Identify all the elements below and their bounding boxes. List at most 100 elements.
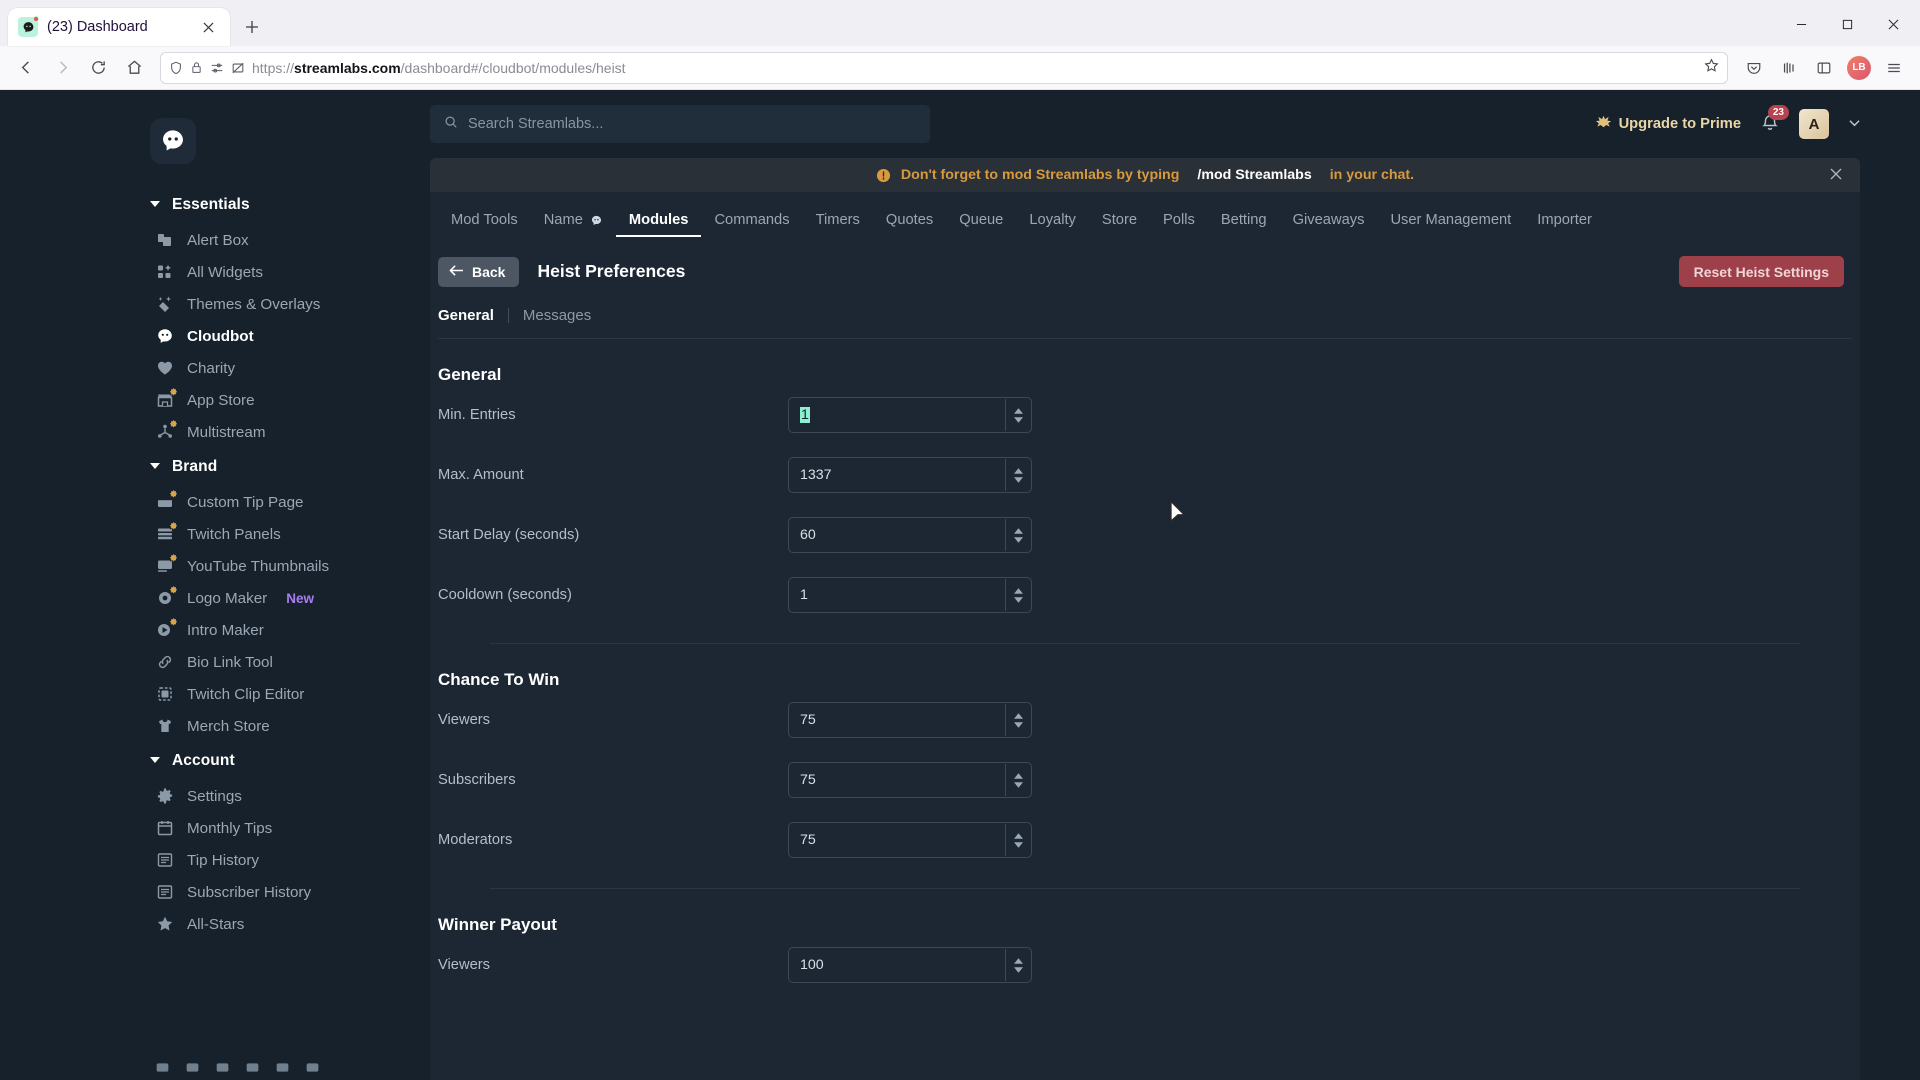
new-tab-button[interactable] (240, 15, 264, 39)
subtab-general[interactable]: General (438, 307, 508, 324)
sidebar-item-multistream[interactable]: Multistream (0, 416, 400, 448)
sidebar-item-twitch-panels[interactable]: Twitch Panels (0, 518, 400, 550)
browser-tab[interactable]: (23) Dashboard (8, 8, 230, 46)
lock-icon[interactable] (190, 61, 203, 74)
field-input-min-entries[interactable]: 1 (788, 397, 1032, 433)
sidebar-icon[interactable] (1807, 51, 1841, 85)
field-input-viewers[interactable]: 100 (788, 947, 1032, 983)
twitch-icon[interactable] (185, 1060, 200, 1080)
sidebar-group-essentials[interactable]: Essentials (0, 186, 400, 224)
url-bar[interactable]: https://streamlabs.com/dashboard#/cloudb… (160, 51, 1728, 84)
field-input-start-delay-seconds[interactable]: 60 (788, 517, 1032, 553)
tab-mod-tools[interactable]: Mod Tools (438, 206, 531, 237)
intro-maker-icon (155, 616, 179, 640)
sidebar-item-themes-overlays[interactable]: Themes & Overlays (0, 288, 400, 320)
reload-button[interactable] (81, 51, 115, 85)
heart-icon (155, 359, 174, 378)
shield-icon[interactable] (169, 61, 183, 75)
sidebar-item-twitch-clip-editor[interactable]: Twitch Clip Editor (0, 678, 400, 710)
tab-commands[interactable]: Commands (701, 206, 802, 237)
sidebar-item-charity[interactable]: Charity (0, 352, 400, 384)
field-input-subscribers[interactable]: 75 (788, 762, 1032, 798)
sidebar-item-monthly-tips[interactable]: Monthly Tips (0, 812, 400, 844)
search-input[interactable]: Search Streamlabs... (430, 105, 930, 143)
bookmark-star-icon[interactable] (1704, 57, 1719, 78)
sidebar-item-all-stars[interactable]: All-Stars (0, 908, 400, 940)
tab-queue[interactable]: Queue (946, 206, 1016, 237)
tab-timers[interactable]: Timers (803, 206, 873, 237)
tab-loyalty[interactable]: Loyalty (1016, 206, 1089, 237)
tab-importer[interactable]: Importer (1524, 206, 1605, 237)
no-tracking-icon[interactable] (231, 61, 245, 75)
sidebar-item-youtube-thumbnails[interactable]: YouTube Thumbnails (0, 550, 400, 582)
reset-heist-settings-button[interactable]: Reset Heist Settings (1678, 256, 1844, 287)
permissions-icon[interactable] (210, 61, 224, 75)
field-input-cooldown-seconds[interactable]: 1 (788, 577, 1032, 613)
forward-button[interactable] (45, 51, 79, 85)
sidebar-item-label: Bio Link Tool (187, 653, 273, 671)
sidebar: Essentials Alert Box All Widgets Themes & O… (0, 90, 400, 1080)
discord-icon[interactable] (245, 1060, 260, 1080)
number-stepper[interactable] (1005, 824, 1030, 856)
facebook-icon[interactable] (305, 1060, 320, 1080)
library-icon[interactable] (1772, 51, 1806, 85)
sidebar-item-subscriber-history[interactable]: Subscriber History (0, 876, 400, 908)
minimize-button[interactable] (1778, 8, 1824, 40)
number-stepper[interactable] (1005, 764, 1030, 796)
tab-name[interactable]: Name (531, 206, 616, 237)
sidebar-item-cloudbot[interactable]: Cloudbot (0, 320, 400, 352)
notice-close-icon[interactable] (1830, 167, 1842, 184)
sidebar-item-label: App Store (187, 391, 255, 409)
number-stepper[interactable] (1005, 704, 1030, 736)
sidebar-item-alert-box[interactable]: Alert Box (0, 224, 400, 256)
field-input-moderators[interactable]: 75 (788, 822, 1032, 858)
tab-close-icon[interactable] (196, 15, 220, 39)
field-row-cooldown-seconds: Cooldown (seconds) 1 (430, 565, 1860, 625)
number-stepper[interactable] (1005, 519, 1030, 551)
tab-quotes[interactable]: Quotes (873, 206, 946, 237)
home-button[interactable] (117, 51, 151, 85)
field-label-cooldown-seconds: Cooldown (seconds) (438, 587, 572, 603)
account-avatar[interactable]: LB (1842, 51, 1876, 85)
twitter-icon[interactable] (275, 1060, 290, 1080)
instagram-icon[interactable] (215, 1060, 230, 1080)
number-stepper[interactable] (1005, 949, 1030, 981)
number-stepper[interactable] (1005, 579, 1030, 611)
close-window-button[interactable] (1870, 8, 1916, 40)
back-button[interactable] (9, 51, 43, 85)
sidebar-group-account[interactable]: Account (0, 742, 400, 780)
settings-sections: General Min. Entries 1 Max. Amount 1337 Start… (430, 339, 1860, 995)
sidebar-item-app-store[interactable]: App Store (0, 384, 400, 416)
field-label-viewers: Viewers (438, 712, 490, 728)
tab-polls[interactable]: Polls (1150, 206, 1208, 237)
app-menu-icon[interactable] (1877, 51, 1911, 85)
back-button[interactable]: Back (438, 256, 520, 287)
user-avatar[interactable]: A (1799, 109, 1829, 139)
tab-betting[interactable]: Betting (1208, 206, 1280, 237)
maximize-button[interactable] (1824, 8, 1870, 40)
tab-modules[interactable]: Modules (616, 206, 702, 237)
sidebar-group-brand[interactable]: Brand (0, 448, 400, 486)
notifications-button[interactable]: 23 (1761, 104, 1789, 136)
subtab-messages[interactable]: Messages (523, 307, 605, 324)
youtube-icon[interactable] (155, 1060, 170, 1080)
sidebar-item-tip-history[interactable]: Tip History (0, 844, 400, 876)
pocket-icon[interactable] (1737, 51, 1771, 85)
tab-store[interactable]: Store (1089, 206, 1150, 237)
sidebar-item-merch-store[interactable]: Merch Store (0, 710, 400, 742)
sidebar-item-bio-link-tool[interactable]: Bio Link Tool (0, 646, 400, 678)
sidebar-item-intro-maker[interactable]: Intro Maker (0, 614, 400, 646)
upgrade-to-prime-button[interactable]: Upgrade to Prime (1595, 115, 1741, 134)
field-input-max-amount[interactable]: 1337 (788, 457, 1032, 493)
number-stepper[interactable] (1005, 459, 1030, 491)
chevron-down-icon[interactable] (1849, 119, 1860, 130)
tab-giveaways[interactable]: Giveaways (1280, 206, 1378, 237)
streamlabs-logo[interactable] (150, 118, 196, 164)
tab-user-management[interactable]: User Management (1377, 206, 1524, 237)
sidebar-item-logo-maker[interactable]: Logo Maker New (0, 582, 400, 614)
field-input-viewers[interactable]: 75 (788, 702, 1032, 738)
sidebar-item-all-widgets[interactable]: All Widgets (0, 256, 400, 288)
sidebar-item-custom-tip-page[interactable]: Custom Tip Page (0, 486, 400, 518)
number-stepper[interactable] (1005, 399, 1030, 431)
sidebar-item-settings[interactable]: Settings (0, 780, 400, 812)
